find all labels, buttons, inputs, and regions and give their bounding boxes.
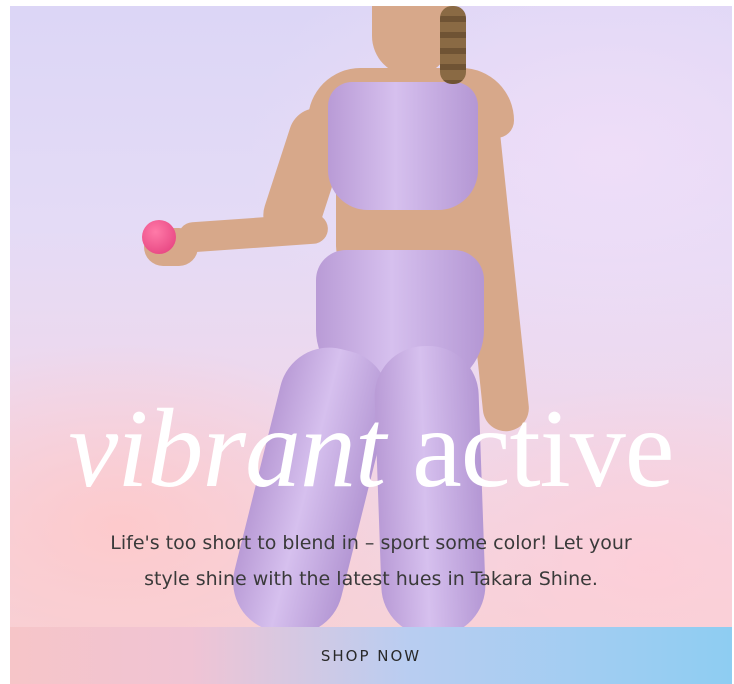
model-forearm-left bbox=[177, 212, 329, 254]
shop-now-button[interactable]: SHOP NOW bbox=[10, 627, 732, 684]
headline: vibrant active bbox=[10, 384, 732, 514]
body-copy: Life's too short to blend in – sport som… bbox=[70, 525, 672, 597]
model-sports-bra bbox=[328, 82, 478, 210]
headline-regular: active bbox=[412, 387, 674, 511]
pink-ball bbox=[142, 220, 176, 254]
hero-image[interactable]: vibrant active Life's too short to blend… bbox=[10, 6, 732, 645]
body-copy-line-2: style shine with the latest hues in Taka… bbox=[144, 568, 598, 590]
body-copy-line-1: Life's too short to blend in – sport som… bbox=[110, 532, 632, 554]
headline-italic: vibrant bbox=[68, 387, 387, 511]
promo-banner: vibrant active Life's too short to blend… bbox=[10, 6, 732, 684]
model-braid bbox=[440, 6, 466, 84]
